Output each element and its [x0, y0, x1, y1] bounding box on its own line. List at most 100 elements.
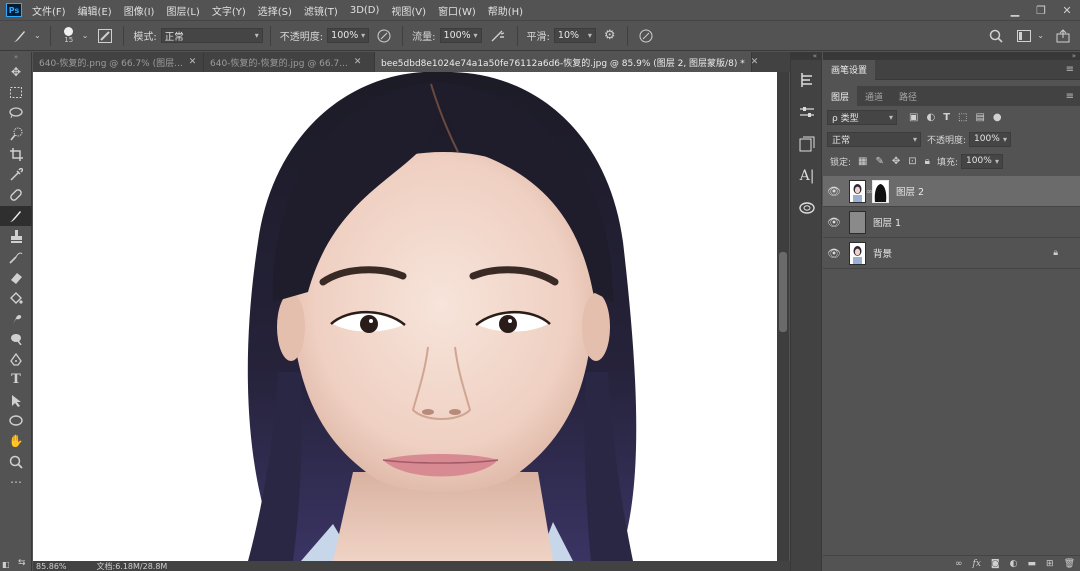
menu-filter[interactable]: 滤镜(T)	[304, 3, 338, 18]
properties-panel-icon[interactable]	[791, 128, 823, 160]
path-selection-tool-icon[interactable]	[0, 390, 32, 411]
lock-artboard-icon[interactable]: ⊡	[908, 156, 916, 167]
airbrush-icon[interactable]	[490, 29, 506, 43]
scrollbar-thumb[interactable]	[779, 252, 787, 332]
tab-document-3[interactable]: bee5dbd8e1024e74a1a50fe76112a6d6-恢复的.jpg…	[375, 52, 758, 72]
lock-all-icon[interactable]: 🔒︎	[925, 156, 930, 167]
search-icon[interactable]	[989, 29, 1003, 43]
link-icon[interactable]: ∞	[955, 559, 963, 569]
healing-brush-tool-icon[interactable]	[0, 185, 32, 206]
menu-edit[interactable]: 编辑(E)	[78, 3, 112, 18]
visibility-eye-icon[interactable]: 👁︎	[823, 185, 845, 198]
close-icon[interactable]: ✕	[354, 57, 362, 67]
menu-type[interactable]: 文字(Y)	[212, 3, 246, 18]
menu-view[interactable]: 视图(V)	[391, 3, 426, 18]
minimize-button[interactable]: ▁	[1002, 0, 1028, 20]
eraser-tool-icon[interactable]	[0, 267, 32, 288]
menu-image[interactable]: 图像(I)	[124, 3, 155, 18]
filter-smart-object-icon[interactable]: ▤	[975, 112, 984, 123]
crop-tool-icon[interactable]	[0, 144, 32, 165]
menu-3d[interactable]: 3D(D)	[350, 5, 380, 16]
close-icon[interactable]: ✕	[751, 57, 759, 67]
filter-pixel-icon[interactable]: ▣	[909, 112, 918, 123]
workspace-icon[interactable]	[1017, 29, 1032, 42]
chevron-down-icon[interactable]: ⌄	[1037, 31, 1044, 40]
group-icon[interactable]: ▬	[1028, 559, 1037, 569]
gear-icon[interactable]: ⚙	[604, 28, 616, 43]
dodge-tool-icon[interactable]	[0, 329, 32, 350]
delete-icon[interactable]: 🗑︎	[1064, 559, 1075, 569]
close-button[interactable]: ✕	[1054, 0, 1080, 20]
document-size[interactable]: 文档:6.18M/28.8M	[97, 561, 168, 571]
tab-brush-settings[interactable]: 画笔设置	[823, 59, 876, 80]
zoom-level[interactable]: 85.86%	[36, 562, 67, 571]
more-tools-icon[interactable]: ⋯	[0, 472, 32, 493]
swap-colors-icon[interactable]: ⇆	[18, 558, 26, 568]
panel-menu-icon[interactable]: ≡	[1066, 64, 1074, 75]
fill-field[interactable]: 100% ▾	[961, 153, 1004, 169]
type-tool-icon[interactable]: T	[0, 370, 32, 391]
smoothing-field[interactable]: 10% ▾	[553, 28, 596, 43]
marquee-tool-icon[interactable]	[0, 83, 32, 104]
layer-name[interactable]: 图层 1	[873, 215, 901, 229]
visibility-eye-icon[interactable]: 👁︎	[823, 247, 845, 260]
clone-stamp-tool-icon[interactable]	[0, 226, 32, 247]
menu-select[interactable]: 选择(S)	[258, 3, 292, 18]
adjustments-panel-icon[interactable]	[791, 96, 823, 128]
chevron-down-icon[interactable]: ⌄	[82, 31, 89, 40]
menu-window[interactable]: 窗口(W)	[438, 3, 476, 18]
document-canvas[interactable]	[33, 72, 777, 561]
pen-tool-icon[interactable]	[0, 349, 32, 370]
history-brush-tool-icon[interactable]	[0, 247, 32, 268]
zoom-tool-icon[interactable]	[0, 452, 32, 473]
flow-field[interactable]: 100% ▾	[439, 28, 482, 43]
filter-adjustment-icon[interactable]: ◐	[926, 112, 935, 123]
adjustment-icon[interactable]: ◐	[1010, 559, 1018, 569]
layer-name[interactable]: 图层 2	[896, 184, 924, 198]
paint-bucket-tool-icon[interactable]	[0, 288, 32, 309]
blend-mode-select[interactable]: 正常 ▾	[827, 131, 921, 147]
chevron-down-icon[interactable]: ⌄	[34, 31, 41, 40]
filter-type-icon[interactable]: T	[943, 112, 950, 123]
pressure-size-icon[interactable]	[639, 29, 653, 43]
panel-menu-icon[interactable]: ≡	[1066, 91, 1074, 102]
lock-transparent-icon[interactable]: ▦	[858, 156, 867, 167]
brush-tool-icon[interactable]	[12, 28, 28, 44]
tab-document-2[interactable]: 640-恢复的-恢复的.jpg @ 66.7... ✕	[204, 52, 375, 72]
brush-panel-toggle-icon[interactable]	[98, 28, 113, 43]
close-icon[interactable]: ✕	[189, 57, 197, 67]
layer-mask-thumbnail[interactable]	[872, 179, 889, 203]
filter-toggle-icon[interactable]: ●	[993, 112, 1002, 123]
layer-name[interactable]: 背景	[873, 246, 892, 260]
layer-filter-select[interactable]: ρ 类型 ▾	[827, 109, 897, 125]
lock-pixels-icon[interactable]: ✎	[876, 156, 884, 167]
tab-document-1[interactable]: 640-恢复的.png @ 66.7% (图层... ✕	[33, 52, 204, 72]
layer-opacity-field[interactable]: 100% ▾	[969, 131, 1012, 147]
filter-shape-icon[interactable]: ⬚	[958, 112, 967, 123]
smudge-tool-icon[interactable]	[0, 308, 32, 329]
layer-row[interactable]: 👁︎ 背景 🔒︎	[823, 238, 1080, 269]
ellipse-tool-icon[interactable]	[0, 411, 32, 432]
restore-button[interactable]: ❐	[1028, 0, 1054, 20]
move-tool-icon[interactable]: ✥	[0, 62, 32, 83]
hand-tool-icon[interactable]: ✋	[0, 431, 32, 452]
share-icon[interactable]	[1056, 28, 1070, 43]
menu-file[interactable]: 文件(F)	[32, 3, 66, 18]
pressure-opacity-icon[interactable]	[377, 29, 391, 43]
default-colors-icon[interactable]: ◧	[2, 560, 10, 569]
quick-selection-tool-icon[interactable]	[0, 124, 32, 145]
lock-position-icon[interactable]: ✥	[892, 156, 900, 167]
opacity-field[interactable]: 100% ▾	[327, 28, 370, 43]
brush-tool-icon[interactable]	[0, 205, 32, 226]
collapse-arrows-icon[interactable]: «	[791, 52, 821, 60]
visibility-eye-icon[interactable]: 👁︎	[823, 216, 845, 229]
brush-preset-picker[interactable]: 15	[58, 27, 80, 44]
menu-layer[interactable]: 图层(L)	[166, 3, 199, 18]
vertical-scrollbar[interactable]	[777, 72, 789, 561]
lasso-tool-icon[interactable]	[0, 103, 32, 124]
character-panel-icon[interactable]: A|	[791, 160, 823, 192]
eyedropper-tool-icon[interactable]	[0, 165, 32, 186]
layer-row[interactable]: 👁︎ 图层 1	[823, 207, 1080, 238]
libraries-panel-icon[interactable]	[791, 192, 823, 224]
mask-icon[interactable]: ◙	[991, 559, 1000, 569]
